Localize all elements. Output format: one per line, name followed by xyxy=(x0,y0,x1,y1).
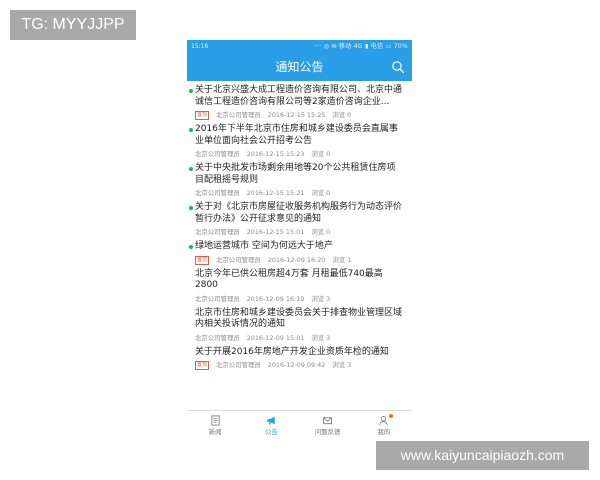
item-meta: 北京公司管理员 2016-12-15 15:23 浏览 0 xyxy=(195,149,404,159)
item-author: 北京公司管理员 xyxy=(216,255,261,264)
tab-feedback[interactable]: 问题反馈 xyxy=(300,411,356,440)
item-author: 北京公司管理员 xyxy=(195,294,240,303)
mail-icon xyxy=(323,417,333,425)
list-item[interactable]: 北京市住房和城乡建设委员会关于排查物业管理区域内相关投诉情况的通知 北京公司管理… xyxy=(187,304,412,343)
tab-label: 我的 xyxy=(377,428,391,436)
tab-notices[interactable]: 公告 xyxy=(243,411,299,440)
unread-dot xyxy=(189,128,193,132)
list-item[interactable]: 关于北京兴盛大成工程造价咨询有限公司、北京中通诚信工程造价咨询有限公司等2家造价… xyxy=(187,81,412,120)
item-author: 北京公司管理员 xyxy=(195,189,240,197)
app-header: 通知公告 xyxy=(187,53,412,81)
tab-label: 新闻 xyxy=(208,428,222,436)
phone-screen: 15:16 ··· ◎ ✉ 移动 4G ▮ 电信 ▭ 70% 通知公告 关于北京… xyxy=(187,40,412,440)
item-time: 2016-12-15 15:21 xyxy=(246,189,305,197)
list-item[interactable]: 关于开展2016年房地产开发企业资质年检的通知 置顶 北京公司管理员 2016-12… xyxy=(187,343,412,370)
item-time: 2016-12-09 16:20 xyxy=(267,255,326,264)
item-time: 2016-12-15 15:01 xyxy=(246,228,305,236)
item-meta: 北京公司管理员 2016-12-09 15:01 浏览 3 xyxy=(195,333,404,343)
tab-news[interactable]: 新闻 xyxy=(187,411,243,440)
item-meta: 北京公司管理员 2016-12-09 16:19 浏览 3 xyxy=(195,294,404,304)
item-meta: 北京公司管理员 2016-12-15 15:01 浏览 0 xyxy=(195,227,404,237)
item-time: 2016-12-09 15:01 xyxy=(246,333,305,342)
item-views: 浏览 1 xyxy=(332,255,352,264)
news-icon xyxy=(211,415,220,426)
notification-badge xyxy=(388,414,393,418)
item-title: 绿地运营城市 空间为何远大于地产 xyxy=(195,241,333,251)
item-title: 2016年下半年北京市住房和城乡建设委员会直属事业单位面向社会公开招考公告 xyxy=(195,124,398,146)
item-author: 北京公司管理员 xyxy=(195,228,240,236)
unread-dot xyxy=(189,206,193,210)
item-views: 浏览 0 xyxy=(332,111,352,119)
item-views: 浏览 0 xyxy=(311,228,331,236)
unread-dot xyxy=(189,245,193,249)
watermark-top-left: TG: MYYJJPP xyxy=(10,10,136,40)
watermark-bottom-right: www.kaiyuncaipiaozh.com xyxy=(376,441,589,470)
megaphone-icon xyxy=(267,416,275,425)
pinned-tag: 置顶 xyxy=(195,361,210,370)
item-title: 关于对《北京市房屋征收服务机构服务行为动态评价暂行办法》公开征求意见的通知 xyxy=(195,202,403,224)
item-time: 2016-12-15 15:23 xyxy=(246,150,305,158)
item-views: 浏览 3 xyxy=(311,294,331,303)
status-bar: 15:16 ··· ◎ ✉ 移动 4G ▮ 电信 ▭ 70% xyxy=(187,40,412,53)
tab-label: 公告 xyxy=(264,428,278,436)
item-author: 北京公司管理员 xyxy=(216,361,261,369)
bottom-tab-bar: 新闻 公告 问题反馈 我的 xyxy=(187,410,412,440)
item-views: 浏览 3 xyxy=(311,333,331,342)
tab-label: 问题反馈 xyxy=(314,428,341,436)
item-meta: 置顶 北京公司管理员 2016-12-15 15:25 浏览 0 xyxy=(195,110,404,120)
item-time: 2016-12-15 15:25 xyxy=(267,111,326,119)
item-meta: 置顶 北京公司管理员 2016-12-09 16:20 浏览 1 xyxy=(195,255,404,265)
item-title: 关于开展2016年房地产开发企业资质年检的通知 xyxy=(195,346,389,357)
item-time: 2016-12-09 09:42 xyxy=(267,361,326,369)
page-title: 通知公告 xyxy=(275,60,324,74)
item-title: 关于北京兴盛大成工程造价咨询有限公司、北京中通诚信工程造价咨询有限公司等2家造价… xyxy=(195,85,403,107)
item-meta: 北京公司管理员 2016-12-15 15:21 浏览 0 xyxy=(195,188,404,198)
pinned-tag: 置顶 xyxy=(195,255,210,265)
list-item[interactable]: 关于对《北京市房屋征收服务机构服务行为动态评价暂行办法》公开征求意见的通知 北京… xyxy=(187,198,412,237)
item-time: 2016-12-09 16:19 xyxy=(246,294,305,303)
list-item[interactable]: 关于中央批发市场剩余用地等20个公共租赁住房项目配租摇号规则 北京公司管理员 20… xyxy=(187,159,412,198)
item-meta: 置顶 北京公司管理员 2016-12-09 09:42 浏览 3 xyxy=(195,360,404,370)
user-icon xyxy=(379,416,389,426)
search-icon[interactable] xyxy=(391,60,405,74)
pinned-tag: 置顶 xyxy=(195,111,210,120)
status-icons: ··· ◎ ✉ 移动 4G ▮ 电信 ▭ 70% xyxy=(314,43,408,50)
status-time: 15:16 xyxy=(191,43,209,50)
item-views: 浏览 0 xyxy=(311,189,331,197)
list-item[interactable]: 2016年下半年北京市住房和城乡建设委员会直属事业单位面向社会公开招考公告 北京… xyxy=(187,120,412,159)
unread-dot xyxy=(189,167,193,171)
item-author: 北京公司管理员 xyxy=(195,333,240,342)
item-views: 浏览 3 xyxy=(332,361,352,369)
tab-mine[interactable]: 我的 xyxy=(356,411,412,440)
item-title: 关于中央批发市场剩余用地等20个公共租赁住房项目配租摇号规则 xyxy=(195,163,396,185)
item-author: 北京公司管理员 xyxy=(216,111,261,119)
item-author: 北京公司管理员 xyxy=(195,150,240,158)
item-title: 北京今年已供公租房超4万套 月租最低740最高2800 xyxy=(195,268,383,291)
list-item[interactable]: 北京今年已供公租房超4万套 月租最低740最高2800 北京公司管理员 2016-… xyxy=(187,265,412,304)
item-views: 浏览 0 xyxy=(311,150,331,158)
notice-list: 关于北京兴盛大成工程造价咨询有限公司、北京中通诚信工程造价咨询有限公司等2家造价… xyxy=(187,81,412,411)
unread-dot xyxy=(189,89,193,93)
item-title: 北京市住房和城乡建设委员会关于排查物业管理区域内相关投诉情况的通知 xyxy=(195,307,403,330)
list-item[interactable]: 绿地运营城市 空间为何远大于地产 置顶 北京公司管理员 2016-12-09 16:… xyxy=(187,237,412,265)
